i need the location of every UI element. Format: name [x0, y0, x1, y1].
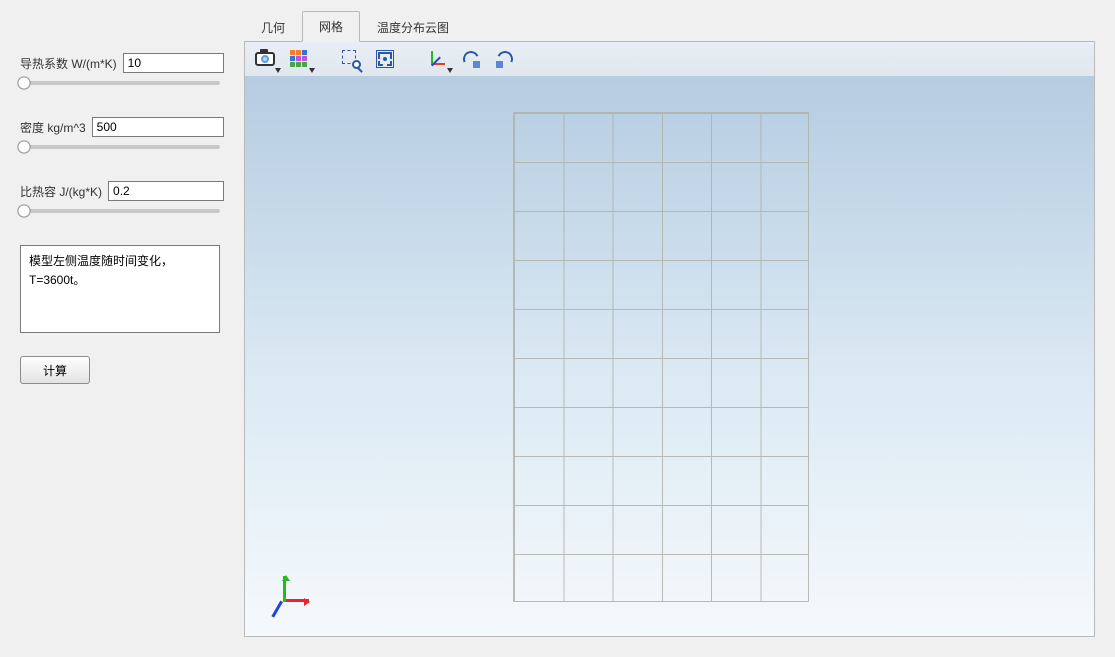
thermal-conductivity-slider[interactable]	[20, 81, 224, 85]
fit-view-icon[interactable]	[373, 47, 397, 71]
param-density: 密度 kg/m^3	[20, 117, 224, 149]
calculate-button[interactable]: 计算	[20, 356, 90, 384]
tab-geometry[interactable]: 几何	[244, 12, 302, 42]
tab-bar: 几何 网格 温度分布云图	[244, 10, 1095, 41]
param-label: 导热系数 W/(m*K)	[20, 55, 117, 72]
density-slider[interactable]	[20, 145, 224, 149]
orientation-triad-icon	[275, 570, 315, 610]
param-thermal-conductivity: 导热系数 W/(m*K)	[20, 53, 224, 85]
zoom-region-icon[interactable]	[339, 47, 363, 71]
sidebar: 导热系数 W/(m*K) 密度 kg/m^3 比热容 J/(kg*K)	[0, 0, 244, 657]
density-input[interactable]	[92, 117, 224, 137]
specific-heat-slider[interactable]	[20, 209, 224, 213]
viewport-toolbar	[245, 42, 1094, 76]
tab-temperature-contour[interactable]: 温度分布云图	[360, 12, 466, 42]
thermal-conductivity-input[interactable]	[123, 53, 224, 73]
axes-icon[interactable]	[425, 47, 449, 71]
mesh-grid	[513, 112, 809, 602]
app-root: 导热系数 W/(m*K) 密度 kg/m^3 比热容 J/(kg*K)	[0, 0, 1115, 657]
camera-icon[interactable]	[253, 47, 277, 71]
canvas-frame	[244, 41, 1095, 637]
rotate-cw-icon[interactable]	[493, 47, 517, 71]
specific-heat-input[interactable]	[108, 181, 224, 201]
param-label: 密度 kg/m^3	[20, 119, 86, 136]
param-label: 比热容 J/(kg*K)	[20, 183, 102, 200]
tab-mesh[interactable]: 网格	[302, 11, 360, 42]
options-icon[interactable]	[287, 47, 311, 71]
viewport[interactable]	[245, 76, 1094, 636]
main-panel: 几何 网格 温度分布云图	[244, 0, 1115, 657]
description-textarea[interactable]	[20, 245, 220, 333]
param-specific-heat: 比热容 J/(kg*K)	[20, 181, 224, 213]
rotate-ccw-icon[interactable]	[459, 47, 483, 71]
